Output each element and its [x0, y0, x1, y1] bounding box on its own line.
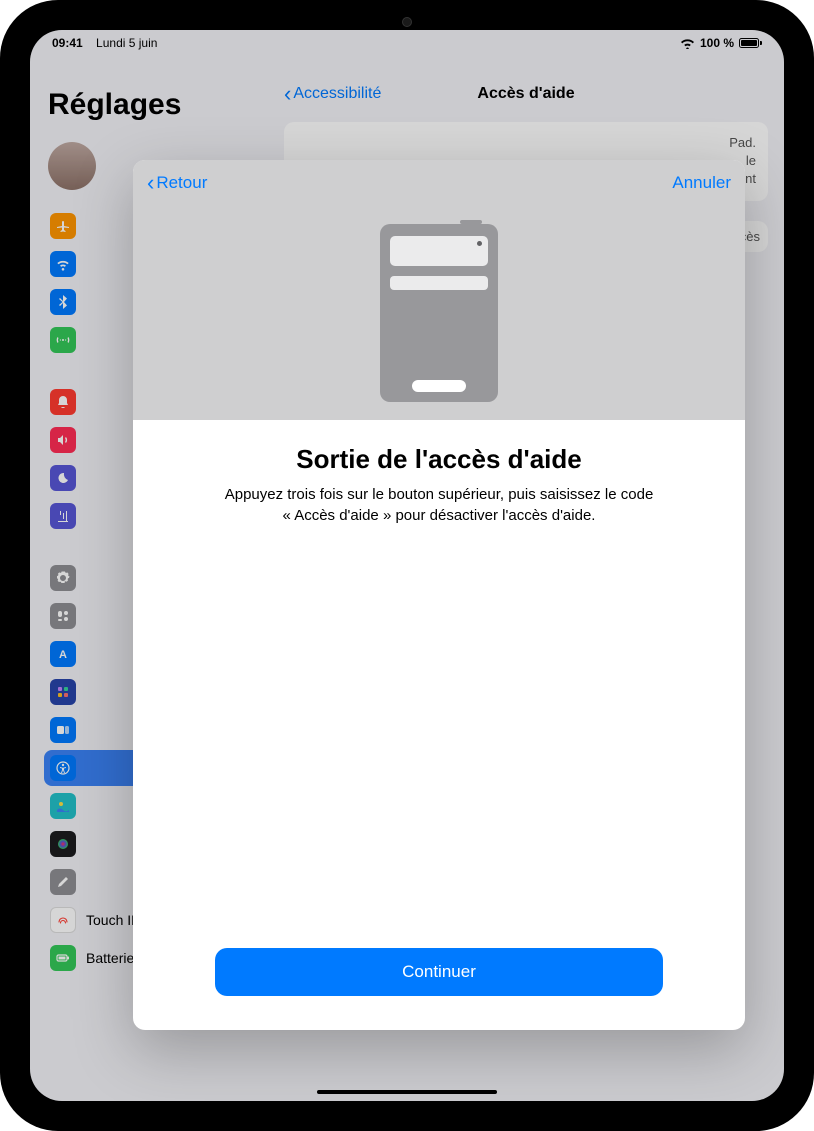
sheet-title: Sortie de l'accès d'aide	[193, 444, 685, 475]
sheet-body: Sortie de l'accès d'aide Appuyez trois f…	[133, 420, 745, 948]
assistive-access-sheet: ‹ Retour Annuler Sortie de l'accès d'aid…	[133, 160, 745, 1030]
front-camera	[402, 17, 412, 27]
illustration-app-row	[390, 236, 488, 266]
top-button-illustration	[460, 220, 482, 224]
chevron-left-icon: ‹	[147, 172, 154, 194]
cancel-label: Annuler	[672, 173, 731, 193]
back-label: Retour	[156, 173, 207, 193]
continue-button[interactable]: Continuer	[215, 948, 663, 996]
sheet-description: Appuyez trois fois sur le bouton supérie…	[193, 485, 685, 526]
cancel-button[interactable]: Annuler	[672, 173, 731, 193]
screen: 09:41 Lundi 5 juin 100 % Réglages	[30, 30, 784, 1101]
ipad-frame: 09:41 Lundi 5 juin 100 % Réglages	[0, 0, 814, 1131]
ipad-illustration	[380, 224, 498, 402]
illustration-home-button	[412, 380, 466, 392]
home-indicator[interactable]	[317, 1090, 497, 1094]
back-button[interactable]: ‹ Retour	[147, 172, 207, 194]
illustration-text-row	[390, 276, 488, 290]
sheet-header: ‹ Retour Annuler	[133, 160, 745, 420]
sheet-footer: Continuer	[133, 948, 745, 1030]
sheet-navbar: ‹ Retour Annuler	[133, 160, 745, 206]
continue-label: Continuer	[402, 962, 476, 981]
